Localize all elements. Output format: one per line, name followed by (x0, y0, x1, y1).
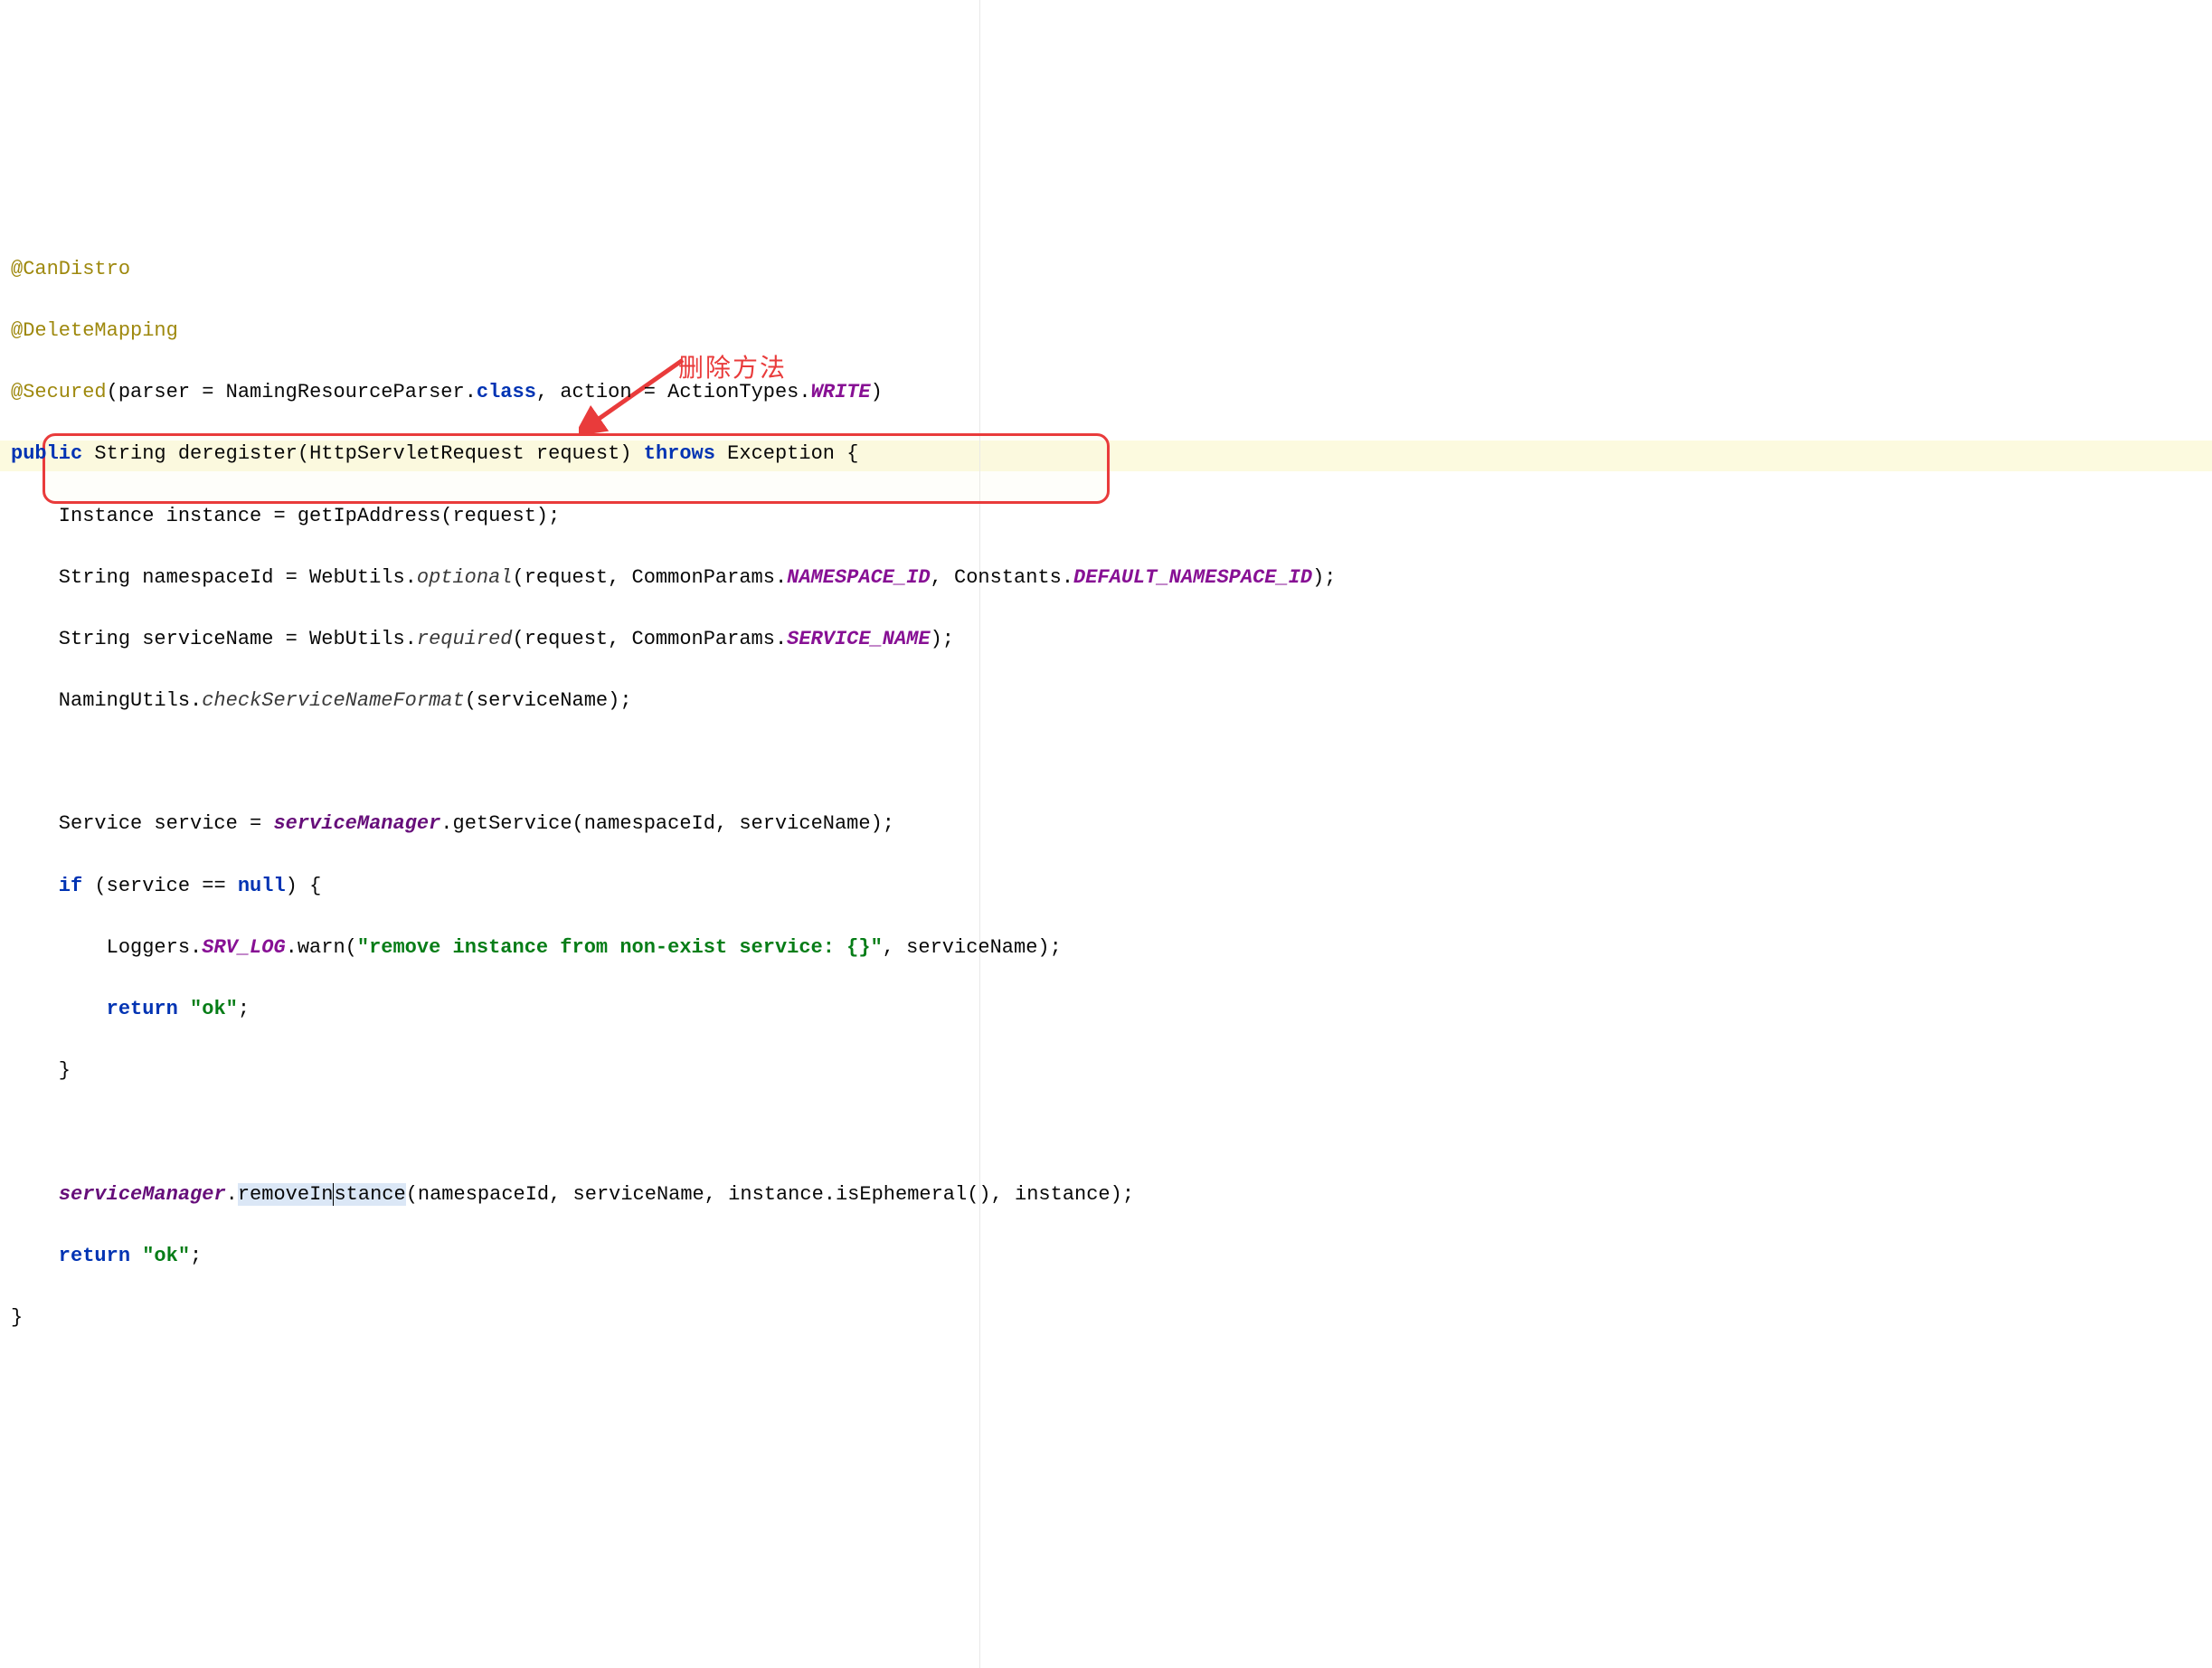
code-line: Service service = serviceManager.getServ… (11, 809, 2201, 839)
const-write: WRITE (811, 381, 871, 403)
annotation-candistro: @CanDistro (11, 258, 130, 280)
code-line: if (service == null) { (11, 871, 2201, 902)
code-line: } (11, 1303, 2201, 1333)
code-line: @CanDistro (11, 254, 2201, 285)
string-literal: "remove instance from non-exist service:… (357, 936, 883, 959)
code-line: Loggers.SRV_LOG.warn("remove instance fr… (11, 933, 2201, 963)
code-line: String namespaceId = WebUtils.optional(r… (11, 563, 2201, 593)
method-deregister: deregister (178, 442, 298, 465)
annotation-deletemapping: @DeleteMapping (11, 319, 178, 342)
code-line: String serviceName = WebUtils.required(r… (11, 624, 2201, 655)
code-line-highlight: serviceManager.removeInstance(namespaceI… (11, 1180, 2201, 1210)
code-line: Instance instance = getIpAddress(request… (11, 501, 2201, 532)
annotation-secured: @Secured (11, 381, 107, 403)
code-line: } (11, 1056, 2201, 1086)
code-line (11, 1117, 2201, 1148)
code-line: @Secured(parser = NamingResourceParser.c… (11, 377, 2201, 408)
code-editor-area[interactable]: @CanDistro @DeleteMapping @Secured(parse… (11, 223, 2201, 1364)
code-line: NamingUtils.checkServiceNameFormat(servi… (11, 686, 2201, 716)
code-line (11, 747, 2201, 778)
method-removeinstance-b: stance (333, 1183, 405, 1206)
code-line: public String deregister(HttpServletRequ… (11, 439, 2201, 469)
code-line: return "ok"; (11, 994, 2201, 1025)
code-line: @DeleteMapping (11, 316, 2201, 346)
method-removeinstance-a: removeIn (238, 1183, 334, 1206)
code-line: return "ok"; (11, 1241, 2201, 1272)
field-servicemanager: serviceManager (273, 812, 440, 835)
